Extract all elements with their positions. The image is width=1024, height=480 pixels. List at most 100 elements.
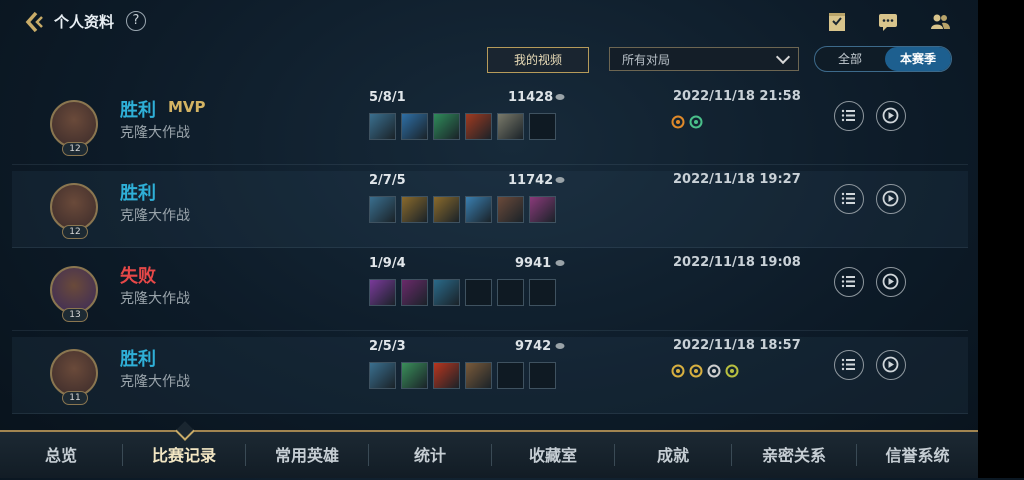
hero-avatar bbox=[50, 349, 98, 397]
match-result: 胜利 bbox=[120, 183, 156, 204]
item-slot bbox=[497, 113, 524, 140]
gold-amount: 11742 bbox=[508, 173, 554, 188]
gold-icon bbox=[555, 260, 565, 266]
achievement-icon bbox=[671, 115, 685, 129]
match-result: 胜利 bbox=[120, 100, 156, 121]
list-icon bbox=[841, 192, 855, 205]
match-row[interactable]: 12 胜利克隆大作战 2/7/5 11742 2022/11/18 19:27 bbox=[12, 171, 968, 248]
match-filter-select[interactable]: 所有对局 bbox=[609, 47, 799, 71]
gold-icon bbox=[555, 177, 565, 183]
gold-icon bbox=[555, 343, 565, 349]
item-slot bbox=[497, 279, 524, 306]
achievement-icon bbox=[689, 115, 703, 129]
achievement-icon bbox=[725, 364, 739, 378]
tab-credit-system[interactable]: 信誉系统 bbox=[857, 432, 978, 478]
gold-icon bbox=[555, 94, 565, 100]
tab-achievements[interactable]: 成就 bbox=[615, 432, 731, 478]
replay-icon bbox=[882, 356, 899, 373]
item-slot bbox=[433, 362, 460, 389]
item-slot bbox=[497, 196, 524, 223]
gold-amount: 9941 bbox=[515, 256, 552, 271]
match-replay-button[interactable] bbox=[876, 184, 906, 214]
season-toggle: 全部 本赛季 bbox=[814, 46, 952, 72]
achievement-icon bbox=[671, 364, 685, 378]
replay-icon bbox=[882, 107, 899, 124]
match-replay-button[interactable] bbox=[876, 350, 906, 380]
back-icon[interactable] bbox=[22, 10, 46, 34]
game-mode: 克隆大作战 bbox=[120, 125, 190, 141]
gold-amount: 11428 bbox=[508, 90, 554, 105]
item-slot bbox=[401, 279, 428, 306]
match-details-button[interactable] bbox=[834, 184, 864, 214]
item-slot bbox=[529, 279, 556, 306]
kda: 2/7/5 bbox=[369, 173, 406, 188]
match-details-button[interactable] bbox=[834, 101, 864, 131]
match-replay-button[interactable] bbox=[876, 101, 906, 131]
match-result: 失败 bbox=[120, 266, 156, 287]
hero-level: 12 bbox=[62, 225, 88, 239]
tab-match-history[interactable]: 比赛记录 bbox=[123, 432, 245, 478]
match-date: 2022/11/18 19:08 bbox=[673, 255, 801, 270]
gold-amount: 9742 bbox=[515, 339, 552, 354]
hero-level: 11 bbox=[62, 391, 88, 405]
item-slot bbox=[433, 196, 460, 223]
achievement-icon bbox=[707, 364, 721, 378]
tab-collection[interactable]: 收藏室 bbox=[492, 432, 614, 478]
item-slot bbox=[369, 113, 396, 140]
match-date: 2022/11/18 18:57 bbox=[673, 338, 801, 353]
item-slot bbox=[497, 362, 524, 389]
list-icon bbox=[841, 109, 855, 122]
hero-avatar bbox=[50, 183, 98, 231]
item-slot bbox=[433, 279, 460, 306]
game-mode: 克隆大作战 bbox=[120, 208, 190, 224]
toolbar: 我的视频 所有对局 全部 本赛季 bbox=[0, 46, 978, 74]
tab-overview[interactable]: 总览 bbox=[0, 432, 122, 478]
item-slot bbox=[529, 362, 556, 389]
match-date: 2022/11/18 21:58 bbox=[673, 89, 801, 104]
friends-icon[interactable] bbox=[929, 11, 951, 33]
item-slot bbox=[401, 113, 428, 140]
item-slot bbox=[369, 196, 396, 223]
match-replay-button[interactable] bbox=[876, 267, 906, 297]
segment-season[interactable]: 本赛季 bbox=[885, 47, 951, 71]
mvp-badge: MVP bbox=[168, 98, 206, 116]
item-slot bbox=[465, 113, 492, 140]
list-icon bbox=[841, 275, 855, 288]
item-slot bbox=[401, 362, 428, 389]
segment-all[interactable]: 全部 bbox=[815, 47, 885, 71]
my-videos-button[interactable]: 我的视频 bbox=[487, 47, 589, 73]
kda: 1/9/4 bbox=[369, 256, 406, 271]
item-slot bbox=[529, 196, 556, 223]
header: 个人资料 ? bbox=[0, 0, 978, 44]
tab-relationships[interactable]: 亲密关系 bbox=[732, 432, 856, 478]
chevron-down-icon bbox=[775, 49, 791, 65]
hero-avatar bbox=[50, 100, 98, 148]
item-slot bbox=[465, 279, 492, 306]
item-slot bbox=[433, 113, 460, 140]
item-slot bbox=[369, 362, 396, 389]
chat-icon[interactable] bbox=[877, 11, 899, 33]
kda: 2/5/3 bbox=[369, 339, 406, 354]
tab-common-heroes[interactable]: 常用英雄 bbox=[246, 432, 368, 478]
bottom-nav: 总览 比赛记录 常用英雄 统计 收藏室 成就 亲密关系 信誉系统 bbox=[0, 421, 978, 478]
match-result: 胜利 bbox=[120, 349, 156, 370]
match-row[interactable]: 11 胜利克隆大作战 2/5/3 9742 2022/11/18 18:57 bbox=[12, 337, 968, 414]
hero-level: 12 bbox=[62, 142, 88, 156]
match-details-button[interactable] bbox=[834, 350, 864, 380]
filter-value: 所有对局 bbox=[622, 53, 671, 67]
replay-icon bbox=[882, 273, 899, 290]
match-date: 2022/11/18 19:27 bbox=[673, 172, 801, 187]
match-row[interactable]: 13 失败 克隆大作战 1/9/4 9941 2022/11/18 19:08 bbox=[12, 254, 968, 331]
help-icon[interactable]: ? bbox=[126, 11, 146, 31]
game-mode: 克隆大作战 bbox=[120, 374, 190, 390]
tab-statistics[interactable]: 统计 bbox=[369, 432, 491, 478]
item-slot bbox=[465, 196, 492, 223]
kda: 5/8/1 bbox=[369, 90, 406, 105]
task-icon[interactable] bbox=[826, 11, 848, 33]
match-details-button[interactable] bbox=[834, 267, 864, 297]
match-row[interactable]: 12 胜利 MVP 克隆大作战 5/8/1 11428 2022/11/18 21:58 bbox=[12, 88, 968, 165]
hero-avatar bbox=[50, 266, 98, 314]
item-slot bbox=[401, 196, 428, 223]
replay-icon bbox=[882, 190, 899, 207]
hero-level: 13 bbox=[62, 308, 88, 322]
